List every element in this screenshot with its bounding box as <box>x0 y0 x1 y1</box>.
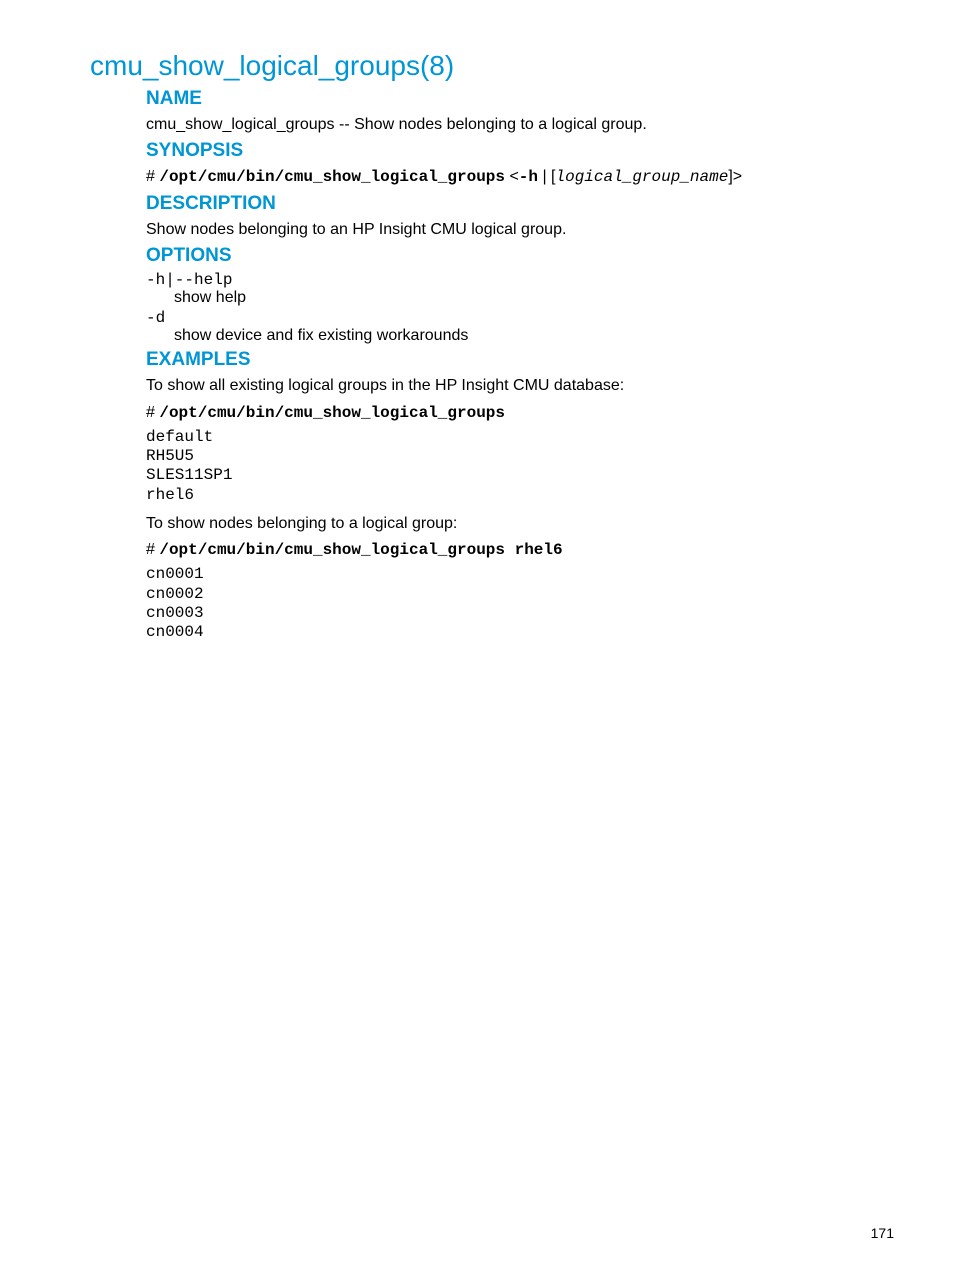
option-item: -h|--help show help <box>146 271 864 307</box>
page-title: cmu_show_logical_groups(8) <box>90 50 864 82</box>
synopsis-args-open: < <box>505 168 519 185</box>
example-output-2: cn0001 cn0002 cn0003 cn0004 <box>146 565 864 642</box>
synopsis-cmd: /opt/cmu/bin/cmu_show_logical_groups <box>159 168 505 186</box>
section-options-heading: OPTIONS <box>146 245 864 267</box>
cmd-prefix: # <box>146 541 159 558</box>
cmd-text: /opt/cmu/bin/cmu_show_logical_groups rhe… <box>159 541 562 559</box>
name-text: cmu_show_logical_groups -- Show nodes be… <box>146 114 864 136</box>
section-description-heading: DESCRIPTION <box>146 193 864 215</box>
section-name-heading: NAME <box>146 88 864 110</box>
example-intro-2: To show nodes belonging to a logical gro… <box>146 513 864 535</box>
example-output-1: default RH5U5 SLES11SP1 rhel6 <box>146 428 864 505</box>
example-cmd-2: # /opt/cmu/bin/cmu_show_logical_groups r… <box>146 539 864 561</box>
option-desc: show device and fix existing workarounds <box>174 327 864 345</box>
synopsis-line: # /opt/cmu/bin/cmu_show_logical_groups <… <box>146 166 864 188</box>
cmd-prefix: # <box>146 404 159 421</box>
example-cmd-1: # /opt/cmu/bin/cmu_show_logical_groups <box>146 402 864 424</box>
content-block: NAME cmu_show_logical_groups -- Show nod… <box>146 88 864 642</box>
synopsis-args-close: ]> <box>728 168 742 185</box>
option-item: -d show device and fix existing workarou… <box>146 309 864 345</box>
page-number: 171 <box>871 1225 894 1241</box>
synopsis-sep: | [ <box>538 168 556 185</box>
description-text: Show nodes belonging to an HP Insight CM… <box>146 219 864 241</box>
option-desc: show help <box>174 289 864 307</box>
section-synopsis-heading: SYNOPSIS <box>146 140 864 162</box>
example-intro-1: To show all existing logical groups in t… <box>146 375 864 397</box>
synopsis-varname: logical_group_name <box>556 168 729 186</box>
option-flag: -h|--help <box>146 271 864 289</box>
cmd-text: /opt/cmu/bin/cmu_show_logical_groups <box>159 404 505 422</box>
man-page: cmu_show_logical_groups(8) NAME cmu_show… <box>0 0 954 680</box>
section-examples-heading: EXAMPLES <box>146 349 864 371</box>
option-flag: -d <box>146 309 864 327</box>
synopsis-flag: -h <box>519 168 538 186</box>
synopsis-prefix: # <box>146 168 159 185</box>
